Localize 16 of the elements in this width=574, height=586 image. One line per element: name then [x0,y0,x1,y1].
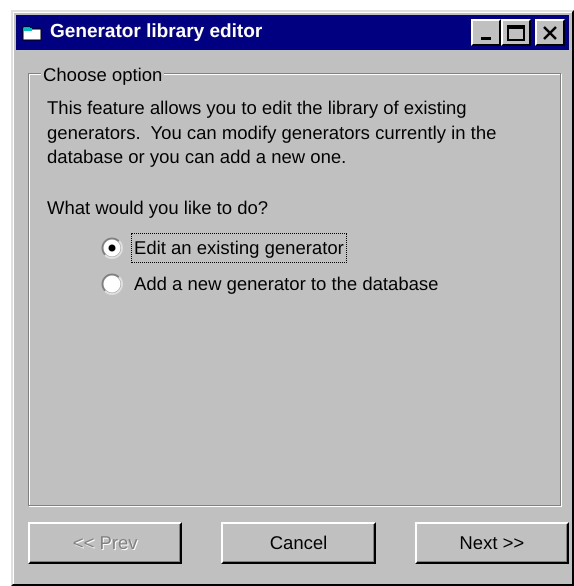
radio-button[interactable] [101,273,123,296]
minimize-icon [481,37,491,40]
wizard-button[interactable]: Next >> [414,522,569,564]
question-text: What would you like to do? [47,196,270,220]
wizard-button[interactable]: Cancel [221,522,376,564]
close-icon [542,26,558,40]
maximize-button[interactable] [501,19,531,46]
radio-button[interactable] [101,237,123,260]
folder-icon [22,24,44,42]
minimize-button[interactable] [471,19,501,46]
description-text: This feature allows you to edit the library of existing generators. You can modify generators currently in the database or you can add a new one. [47,96,498,169]
close-button[interactable] [535,19,565,46]
option-label[interactable]: Edit an existing generator [131,233,347,264]
maximize-icon [507,24,525,40]
window-title: Generator library editor [50,20,262,44]
option-label[interactable]: Add a new generator to the database [131,269,442,300]
